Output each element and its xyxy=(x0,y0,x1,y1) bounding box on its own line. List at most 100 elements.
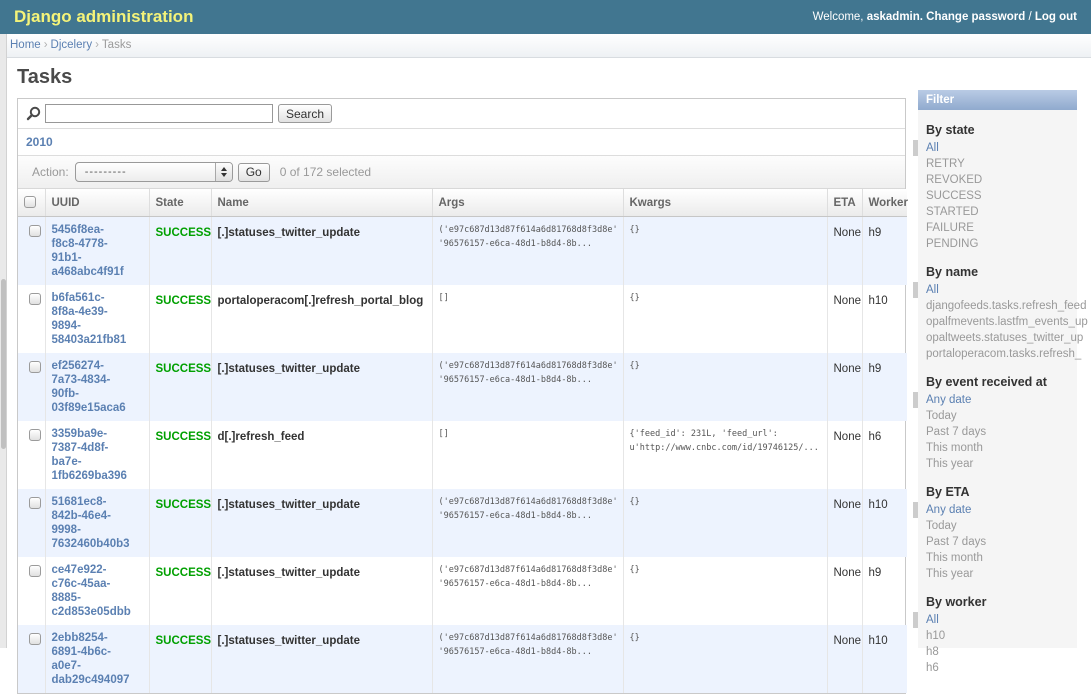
filter-item[interactable]: All xyxy=(913,612,1077,628)
row-select-cell xyxy=(18,217,45,286)
filter-item[interactable]: h8 xyxy=(926,644,1077,660)
worker-value: h6 xyxy=(869,431,882,443)
kwargs-value: {} xyxy=(630,495,821,509)
window-edge-strip xyxy=(0,34,7,648)
eta-value: None xyxy=(834,567,862,579)
task-name: [.]statuses_twitter_update xyxy=(218,567,361,579)
username: askadmin. xyxy=(867,11,923,23)
kwargs-value: {'feed_id': 231L, 'feed_url': u'http://w… xyxy=(630,427,821,455)
eta-value: None xyxy=(834,363,862,375)
selection-counter: 0 of 172 selected xyxy=(280,165,371,179)
row-checkbox[interactable] xyxy=(29,565,41,577)
filter-item[interactable]: opaltweets.statuses_twitter_up xyxy=(926,330,1077,346)
column-header-uuid[interactable]: UUID xyxy=(45,189,149,217)
table-row: b6fa561c- 8f8a-4e39- 9894- 58403a21fb81S… xyxy=(18,285,907,353)
task-name: d[.]refresh_feed xyxy=(218,431,305,443)
select-all-header xyxy=(18,189,45,217)
go-button[interactable]: Go xyxy=(238,163,270,182)
change-password-link[interactable]: Change password xyxy=(926,11,1025,23)
kwargs-value: {} xyxy=(630,631,821,645)
logout-link[interactable]: Log out xyxy=(1035,11,1077,23)
tools-separator: / xyxy=(1028,11,1031,23)
filter-item[interactable]: opalfmevents.lastfm_events_up xyxy=(926,314,1077,330)
kwargs-value: {} xyxy=(630,563,821,577)
filter-item[interactable]: All xyxy=(913,140,1077,156)
filter-item[interactable]: Past 7 days xyxy=(926,424,1077,440)
search-button[interactable]: Search xyxy=(278,104,332,123)
select-all-checkbox[interactable] xyxy=(24,196,36,208)
row-checkbox[interactable] xyxy=(29,225,41,237)
table-row: 5456f8ea- f8c8-4778- 91b1- a468abc4f91fS… xyxy=(18,217,907,286)
filter-panel-title: Filter xyxy=(918,90,1077,110)
search-input[interactable] xyxy=(45,104,273,123)
column-header-kwargs[interactable]: Kwargs xyxy=(623,189,827,217)
uuid-link[interactable]: ef256274- 7a73-4834- 90fb- 03f89e15aca6 xyxy=(52,359,143,415)
filter-item[interactable]: Any date xyxy=(913,502,1077,518)
table-row: 51681ec8- 842b-46e4- 9998- 7632460b40b3S… xyxy=(18,489,907,557)
kwargs-value: {} xyxy=(630,359,821,373)
task-name: [.]statuses_twitter_update xyxy=(218,635,361,647)
filter-item[interactable]: SUCCESS xyxy=(926,188,1077,204)
filter-item[interactable]: FAILURE xyxy=(926,220,1077,236)
filter-item[interactable]: Today xyxy=(926,408,1077,424)
uuid-link[interactable]: 51681ec8- 842b-46e4- 9998- 7632460b40b3 xyxy=(52,495,143,551)
filter-item[interactable]: h10 xyxy=(926,628,1077,644)
breadcrumb-current: Tasks xyxy=(102,39,131,51)
breadcrumb-separator: › xyxy=(41,39,51,51)
filter-item[interactable]: This month xyxy=(926,440,1077,456)
filter-item[interactable]: PENDING xyxy=(926,236,1077,252)
search-icon xyxy=(26,106,41,121)
column-header-eta[interactable]: ETA xyxy=(827,189,862,217)
select-stepper-icon xyxy=(215,163,232,181)
filter-sections: By stateAllRETRYREVOKEDSUCCESSSTARTEDFAI… xyxy=(918,123,1077,676)
eta-value: None xyxy=(834,635,862,647)
row-checkbox[interactable] xyxy=(29,429,41,441)
state-label: SUCCESS xyxy=(156,363,212,375)
breadcrumb-separator: › xyxy=(92,39,102,51)
filter-item[interactable]: djangofeeds.tasks.refresh_feed xyxy=(926,298,1077,314)
eta-value: None xyxy=(834,227,862,239)
row-checkbox[interactable] xyxy=(29,497,41,509)
uuid-link[interactable]: 3359ba9e- 7387-4d8f- ba7e- 1fb6269ba396 xyxy=(52,427,143,483)
action-label: Action: xyxy=(32,165,69,179)
uuid-link[interactable]: b6fa561c- 8f8a-4e39- 9894- 58403a21fb81 xyxy=(52,291,143,347)
worker-value: h10 xyxy=(869,499,888,511)
row-checkbox[interactable] xyxy=(29,293,41,305)
filter-item[interactable]: Past 7 days xyxy=(926,534,1077,550)
state-label: SUCCESS xyxy=(156,635,212,647)
site-branding: Django administration xyxy=(14,7,193,27)
filter-item[interactable]: STARTED xyxy=(926,204,1077,220)
filter-item[interactable]: This year xyxy=(926,566,1077,582)
column-header-worker[interactable]: Worker xyxy=(862,189,907,217)
filter-item[interactable]: portaloperacom.tasks.refresh_ xyxy=(926,346,1077,362)
uuid-link[interactable]: 2ebb8254- 6891-4b6c- a0e7- dab29c494097 xyxy=(52,631,143,687)
filter-item[interactable]: RETRY xyxy=(926,156,1077,172)
breadcrumb-home-link[interactable]: Home xyxy=(10,39,41,51)
action-select[interactable]: --------- xyxy=(75,162,233,182)
date-hierarchy-year-link[interactable]: 2010 xyxy=(26,135,53,149)
column-header-args[interactable]: Args xyxy=(432,189,623,217)
uuid-link[interactable]: ce47e922- c76c-45aa- 8885- c2d853e05dbb xyxy=(52,563,143,619)
filter-item[interactable]: This year xyxy=(926,456,1077,472)
table-row: 2ebb8254- 6891-4b6c- a0e7- dab29c494097 S… xyxy=(18,625,907,693)
args-value: ('e97c687d13d87f614a6d81768d8f3d8e', '96… xyxy=(439,631,617,659)
filter-item[interactable]: Today xyxy=(926,518,1077,534)
scrollbar-thumb[interactable] xyxy=(1,279,6,449)
admin-header: Django administration Welcome, askadmin.… xyxy=(0,0,1091,34)
filter-item[interactable]: This month xyxy=(926,550,1077,566)
column-header-name[interactable]: Name xyxy=(211,189,432,217)
filter-item[interactable]: h6 xyxy=(926,660,1077,676)
main-content: Tasks Search 2010 Action: --------- Go xyxy=(17,58,906,694)
breadcrumb-app-link[interactable]: Djcelery xyxy=(51,39,93,51)
row-checkbox[interactable] xyxy=(29,361,41,373)
filter-item[interactable]: Any date xyxy=(913,392,1077,408)
args-value: ('e97c687d13d87f614a6d81768d8f3d8e', '96… xyxy=(439,495,617,523)
uuid-link[interactable]: 5456f8ea- f8c8-4778- 91b1- a468abc4f91f xyxy=(52,223,143,279)
filter-item[interactable]: All xyxy=(913,282,1077,298)
column-header-state[interactable]: State xyxy=(149,189,211,217)
page-title: Tasks xyxy=(17,66,906,89)
row-select-cell xyxy=(18,285,45,353)
row-checkbox[interactable] xyxy=(29,633,41,645)
date-hierarchy: 2010 xyxy=(18,129,905,156)
filter-item[interactable]: REVOKED xyxy=(926,172,1077,188)
